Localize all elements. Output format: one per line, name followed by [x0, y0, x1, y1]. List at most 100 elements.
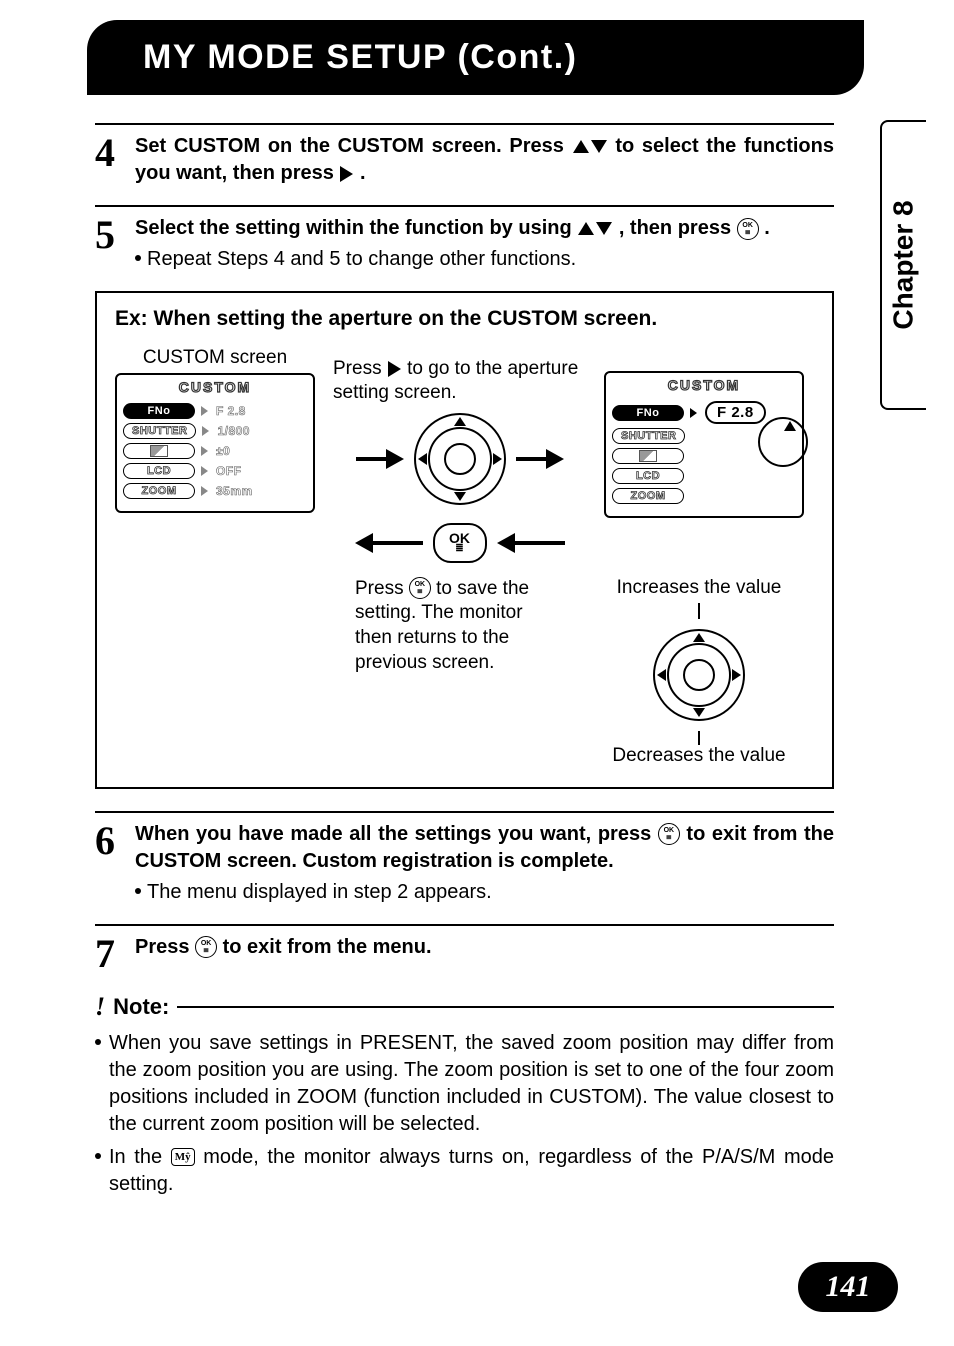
page-number-badge: 141 — [798, 1262, 898, 1312]
arrow-right-icon — [356, 449, 404, 469]
highlight-circle-icon — [758, 417, 808, 467]
chapter-tab: Chapter 8 — [880, 120, 926, 410]
val-fno: F 2.8 — [216, 404, 246, 418]
page-header: MY MODE SETUP (Cont.) — [87, 20, 864, 95]
press-right-a: Press — [333, 358, 387, 379]
example-title: Ex: When setting the aperture on the CUS… — [115, 307, 814, 331]
val-exposure: ±0 — [216, 444, 230, 458]
dpad-icon — [414, 413, 506, 505]
step-7: 7 Press OK≣ to exit from the menu. — [95, 924, 834, 974]
decreases-label: Decreases the value — [584, 745, 814, 767]
chevron-right-icon — [201, 466, 208, 476]
screen-row: LCD OFF — [123, 463, 307, 479]
step6-text-a: When you have made all the settings you … — [135, 823, 658, 845]
chevron-right-icon — [202, 426, 209, 436]
triangle-up-icon — [784, 421, 796, 431]
custom-screen-right: CUSTOM FNo F 2.8 SHUTTER — [604, 371, 804, 518]
step7-text-b: to exit from the menu. — [223, 936, 432, 958]
custom-screen-label: CUSTOM screen — [115, 347, 315, 369]
pill-lcd: LCD — [612, 468, 684, 484]
chapter-tab-label: Chapter 8 — [888, 200, 920, 329]
screen-row: LCD — [612, 468, 796, 484]
val-fno-selected: F 2.8 — [705, 401, 766, 424]
menu-icon: ≣ — [455, 544, 463, 554]
triangle-down-icon — [591, 140, 607, 153]
arrow-left-icon — [355, 533, 423, 553]
pill-exposure — [123, 443, 195, 459]
note-exclamation-icon: ! — [95, 992, 105, 1022]
triangle-right-icon — [388, 361, 401, 377]
screen-row: ZOOM 35mm — [123, 483, 307, 499]
chevron-right-icon — [201, 486, 208, 496]
val-zoom: 35mm — [216, 484, 253, 498]
note-item-1: When you save settings in PRESENT, the s… — [109, 1030, 834, 1138]
note-header: ! Note: — [95, 992, 834, 1022]
chevron-right-icon — [201, 446, 208, 456]
pill-shutter: SHUTTER — [123, 423, 196, 439]
increases-label: Increases the value — [584, 577, 814, 599]
pill-shutter: SHUTTER — [612, 428, 685, 444]
triangle-down-icon — [596, 222, 612, 235]
val-shutter: 1/800 — [217, 424, 250, 438]
step-number: 4 — [95, 133, 123, 173]
page-number: 141 — [826, 1270, 871, 1304]
step7-text-a: Press — [135, 936, 195, 958]
step4-text-c: . — [360, 162, 366, 184]
screen-row: FNo F 2.8 — [123, 403, 307, 419]
ok-button-icon: OK≣ — [195, 936, 217, 958]
ok-button-icon: OK ≣ — [433, 523, 487, 563]
step5-sub: Repeat Steps 4 and 5 to change other fun… — [147, 246, 576, 273]
bullet-icon — [135, 888, 141, 894]
dpad-icon — [653, 629, 745, 721]
pill-exposure — [612, 448, 684, 464]
step-6: 6 When you have made all the settings yo… — [95, 811, 834, 906]
step-5: 5 Select the setting within the function… — [95, 205, 834, 273]
step5-text-c: . — [764, 217, 770, 239]
custom-screen-left: CUSTOM FNo F 2.8 SHUTTER 1/800 — [115, 373, 315, 513]
note-item-2a: In the — [109, 1146, 171, 1168]
screen-row: SHUTTER 1/800 — [123, 423, 307, 439]
bullet-icon — [135, 255, 141, 261]
chevron-right-icon — [201, 406, 208, 416]
bullet-icon — [95, 1039, 101, 1045]
step5-text-a: Select the setting within the function b… — [135, 217, 577, 239]
step-4: 4 Set CUSTOM on the CUSTOM screen. Press… — [95, 123, 834, 187]
screen-title: CUSTOM — [606, 373, 802, 393]
exposure-flag-icon — [639, 450, 657, 462]
ok-button-icon: OK≣ — [737, 218, 759, 240]
arrow-left-icon — [497, 533, 565, 553]
my-mode-icon: Mŷ — [171, 1148, 195, 1166]
bullet-icon — [95, 1153, 101, 1159]
step5-text-b: , then press — [619, 217, 737, 239]
triangle-right-icon — [340, 166, 353, 182]
example-box: Ex: When setting the aperture on the CUS… — [95, 291, 834, 789]
pill-fno: FNo — [612, 405, 684, 421]
step-number: 6 — [95, 821, 123, 861]
triangle-up-icon — [573, 140, 589, 153]
chevron-right-icon — [690, 408, 697, 418]
step-number: 5 — [95, 215, 123, 255]
ok-button-icon: OK≣ — [658, 823, 680, 845]
ok-label: OK — [449, 532, 470, 544]
page-title: MY MODE SETUP (Cont.) — [143, 38, 577, 76]
pill-fno: FNo — [123, 403, 195, 419]
val-lcd: OFF — [216, 464, 242, 478]
ok-button-icon: OK≣ — [409, 577, 431, 599]
step6-sub: The menu displayed in step 2 appears. — [147, 879, 492, 906]
pill-zoom: ZOOM — [612, 488, 684, 504]
exposure-flag-icon — [150, 445, 168, 457]
note-item-2b: mode, the monitor always turns on, regar… — [109, 1146, 834, 1195]
step4-text-a: Set CUSTOM on the CUSTOM screen. Press — [135, 135, 572, 157]
pill-zoom: ZOOM — [123, 483, 195, 499]
step-number: 7 — [95, 934, 123, 974]
note-body: When you save settings in PRESENT, the s… — [95, 1030, 834, 1198]
save-text-a: Press — [355, 578, 409, 599]
pill-lcd: LCD — [123, 463, 195, 479]
triangle-up-icon — [578, 222, 594, 235]
divider — [177, 1006, 834, 1008]
note-title: Note: — [113, 994, 169, 1020]
screen-row: ZOOM — [612, 488, 796, 504]
screen-title: CUSTOM — [117, 375, 313, 395]
screen-row: ±0 — [123, 443, 307, 459]
arrow-right-icon — [516, 449, 564, 469]
